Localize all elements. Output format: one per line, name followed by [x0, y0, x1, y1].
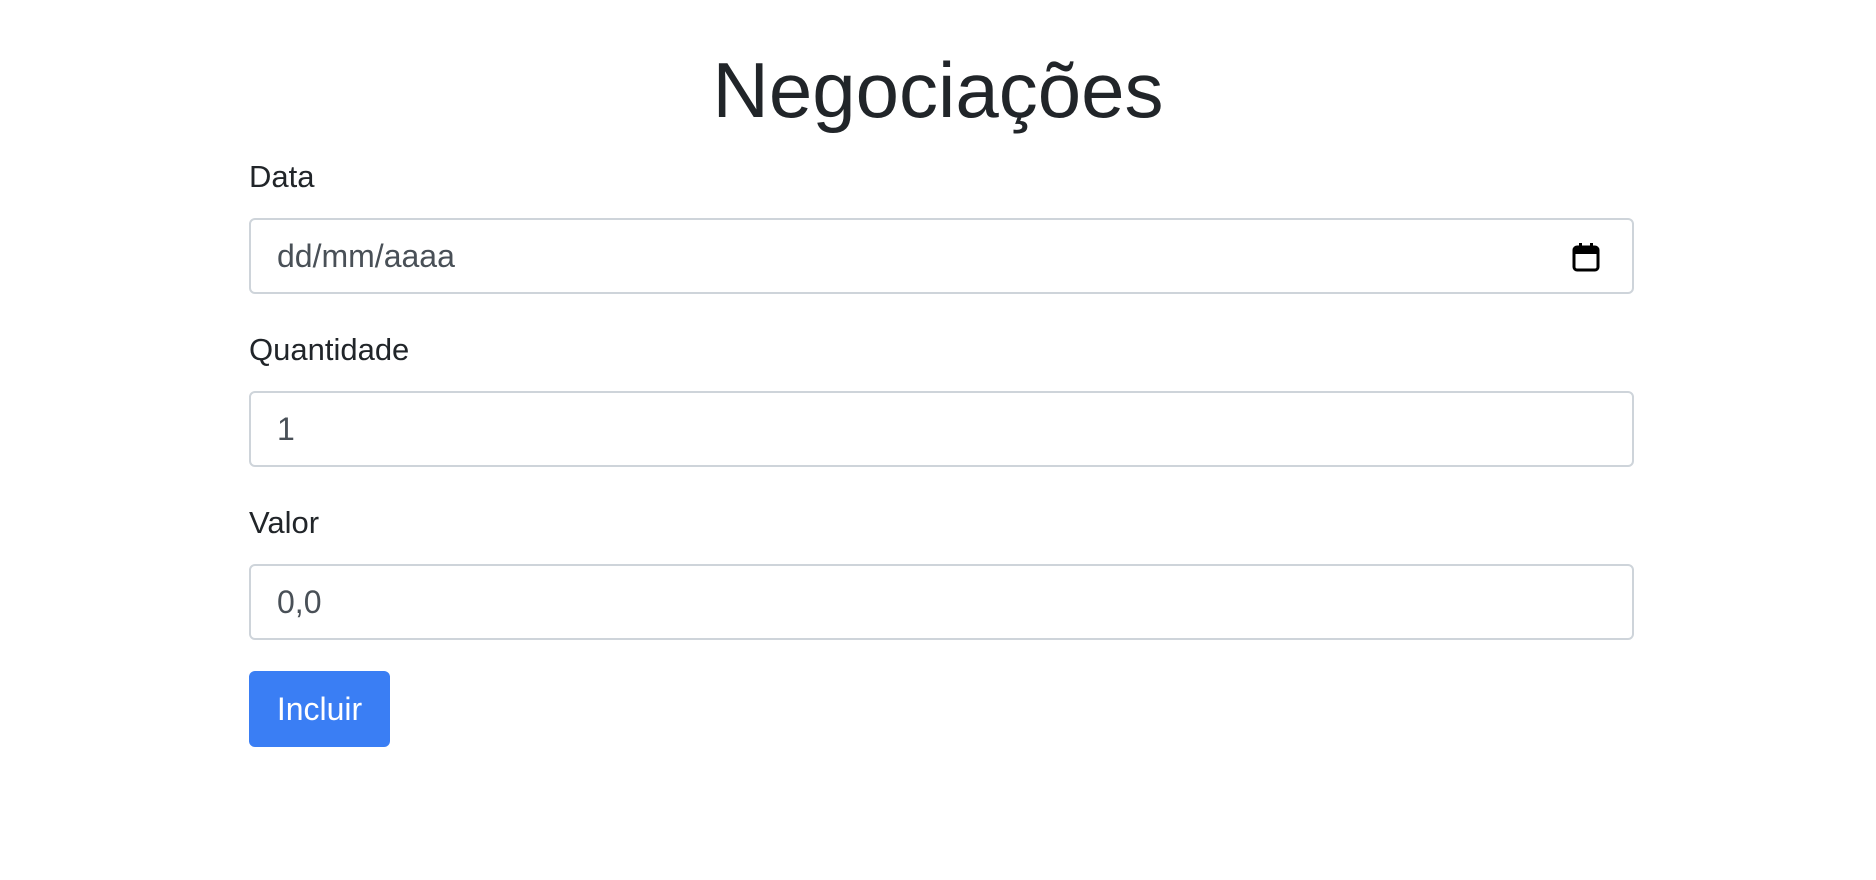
valor-value: 0,0: [277, 583, 322, 620]
data-placeholder: dd/mm/aaaa: [277, 237, 455, 274]
data-label: Data: [249, 159, 315, 194]
incluir-button[interactable]: Incluir: [249, 671, 390, 747]
quantidade-value: 1: [277, 410, 295, 447]
valor-input[interactable]: 0,0: [249, 564, 1634, 640]
page-title: Negociações: [712, 46, 1164, 134]
quantidade-label: Quantidade: [249, 332, 410, 367]
calendar-icon[interactable]: [1572, 242, 1600, 272]
valor-label: Valor: [249, 505, 320, 540]
quantidade-input[interactable]: 1: [249, 391, 1634, 467]
page: Negociações Data dd/mm/aaaa Quantidade 1…: [0, 0, 1876, 880]
quantidade-field-group: Quantidade 1: [249, 330, 1634, 467]
data-field-group: Data dd/mm/aaaa: [249, 157, 1634, 294]
data-input[interactable]: dd/mm/aaaa: [249, 218, 1634, 294]
valor-field-group: Valor 0,0: [249, 503, 1634, 640]
